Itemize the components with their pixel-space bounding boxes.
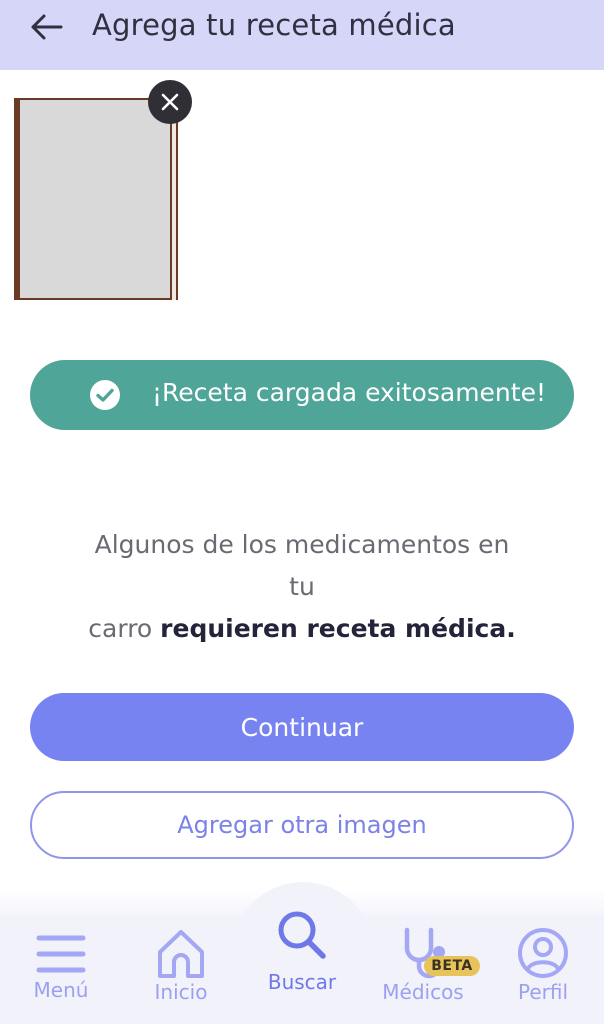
- check-circle-icon: [90, 380, 120, 410]
- add-image-button[interactable]: Agregar otra imagen: [30, 791, 574, 859]
- thumbnail-edge: [172, 98, 176, 300]
- nav-item-home[interactable]: Inicio: [131, 926, 231, 1004]
- prescription-thumbnail[interactable]: [14, 98, 178, 300]
- thumbnail-image: [20, 100, 170, 298]
- continue-button[interactable]: Continuar: [30, 693, 574, 761]
- toast-message: ¡Receta cargada exitosamente!: [152, 378, 546, 407]
- thumbnail-frame: [14, 98, 178, 300]
- app-header: Agrega tu receta médica: [0, 0, 604, 70]
- close-icon: [161, 93, 179, 111]
- prescription-notice: Algunos de los medicamentos en tu carro …: [0, 524, 604, 650]
- notice-line-3: carro requieren receta médica.: [0, 608, 604, 650]
- nav-item-profile[interactable]: Perfil: [493, 926, 593, 1004]
- menu-icon: [36, 935, 86, 973]
- notice-line-2: tu: [289, 572, 315, 601]
- nav-label-search: Buscar: [267, 970, 337, 994]
- back-button[interactable]: [26, 10, 66, 44]
- nav-item-menu[interactable]: Menú: [11, 930, 111, 1002]
- nav-item-search[interactable]: Buscar: [252, 908, 352, 994]
- arrow-left-icon: [31, 14, 63, 40]
- nav-label-doctors: Médicos: [382, 980, 464, 1004]
- page-title: Agrega tu receta médica: [92, 8, 456, 42]
- user-icon: [518, 928, 568, 978]
- notice-line-3-bold: requieren receta médica.: [160, 614, 516, 643]
- nav-label-menu: Menú: [33, 978, 89, 1002]
- notice-line-3-plain: carro: [88, 614, 161, 643]
- notice-line-1: Algunos de los medicamentos en: [94, 530, 510, 559]
- success-toast: ¡Receta cargada exitosamente!: [30, 360, 574, 430]
- search-icon: [278, 911, 326, 959]
- home-icon: [158, 930, 204, 978]
- nav-label-profile: Perfil: [517, 980, 569, 1004]
- nav-label-home: Inicio: [154, 980, 208, 1004]
- beta-badge: BETA: [424, 956, 480, 976]
- remove-image-button[interactable]: [148, 80, 192, 124]
